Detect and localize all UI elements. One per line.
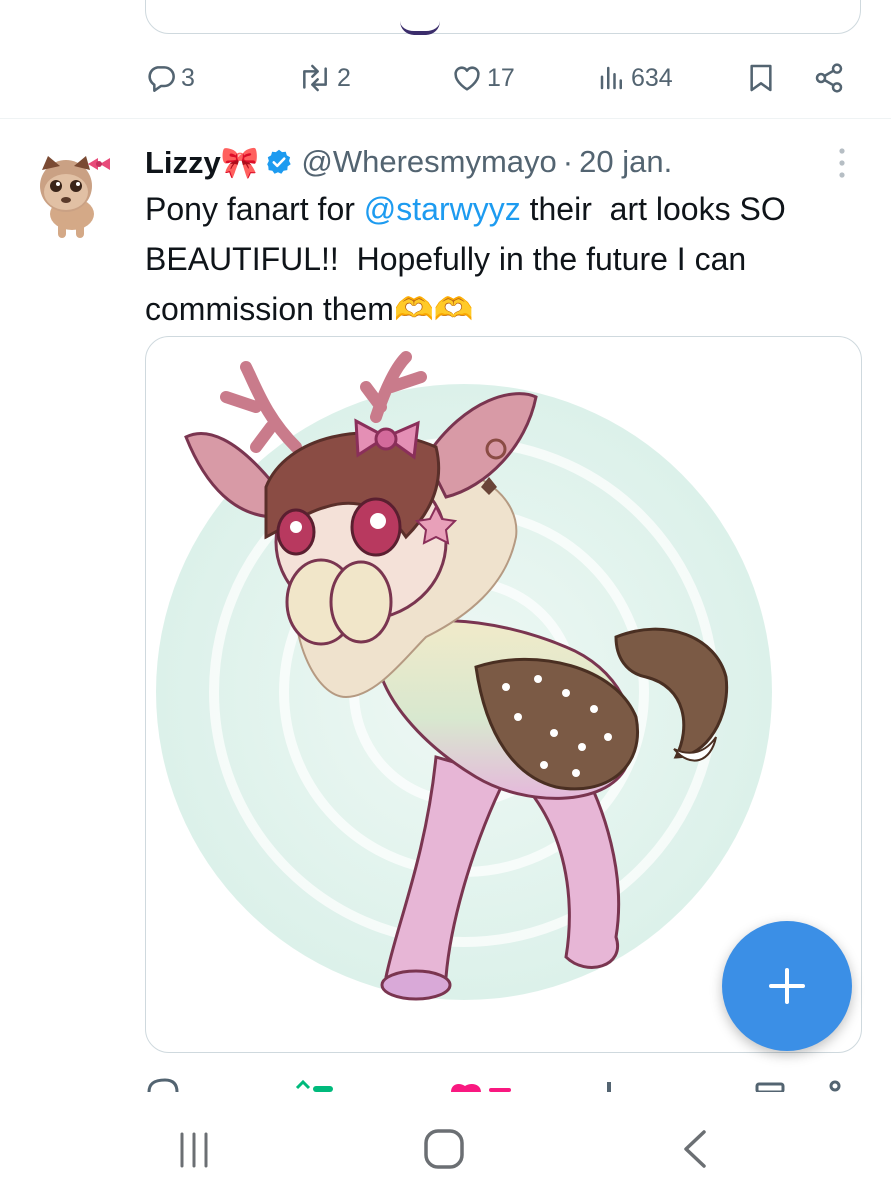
bookmark-button[interactable] bbox=[745, 61, 777, 95]
heart-icon bbox=[454, 66, 480, 91]
home-icon bbox=[424, 1129, 464, 1169]
mention-link[interactable]: @starwyyz bbox=[364, 191, 521, 227]
more-button[interactable] bbox=[832, 146, 852, 180]
more-vertical-icon bbox=[839, 148, 845, 178]
plus-icon bbox=[769, 968, 805, 1004]
views-icon bbox=[600, 66, 622, 90]
verified-badge-icon bbox=[267, 149, 292, 174]
back-icon bbox=[684, 1130, 706, 1168]
share-button[interactable] bbox=[813, 61, 845, 95]
nav-recents-button[interactable] bbox=[172, 1130, 216, 1175]
like-count: 17 bbox=[487, 63, 515, 92]
like-button[interactable]: 17 bbox=[451, 62, 515, 94]
tweet-text-part1: Pony fanart for bbox=[145, 191, 364, 227]
compose-button[interactable] bbox=[722, 921, 852, 1051]
author-handle[interactable]: @Wheresmymayo bbox=[301, 144, 556, 180]
author-name[interactable]: Lizzy🎀 bbox=[145, 144, 259, 181]
header-separator: · bbox=[562, 144, 574, 179]
system-navigation-bar bbox=[0, 1094, 891, 1200]
reply-button[interactable]: 3 bbox=[145, 62, 195, 94]
avatar-image bbox=[40, 156, 110, 238]
previous-tweet-actions: 3 2 17 634 bbox=[145, 58, 850, 98]
recents-icon bbox=[180, 1132, 208, 1168]
previous-tweet-media[interactable] bbox=[145, 0, 861, 35]
repost-button[interactable]: 2 bbox=[297, 62, 351, 94]
repost-icon bbox=[303, 64, 327, 92]
views-button[interactable]: 634 bbox=[597, 62, 673, 94]
tweet-divider bbox=[0, 118, 891, 119]
nav-home-button[interactable] bbox=[421, 1126, 467, 1177]
views-count: 634 bbox=[631, 63, 673, 92]
previous-media-graphic bbox=[400, 21, 440, 35]
repost-count: 2 bbox=[337, 63, 351, 92]
share-icon bbox=[815, 63, 843, 93]
next-tweet-actions-peek bbox=[145, 1076, 850, 1092]
tweet-header: Lizzy🎀 @Wheresmymayo · 20 jan. bbox=[145, 140, 672, 184]
bookmark-icon bbox=[750, 64, 772, 92]
tweet-text: Pony fanart for @starwyyz their art look… bbox=[145, 184, 865, 334]
avatar[interactable] bbox=[28, 146, 112, 242]
reply-count: 3 bbox=[181, 63, 195, 92]
nav-back-button[interactable] bbox=[678, 1126, 714, 1177]
tweet-date[interactable]: 20 jan. bbox=[579, 144, 672, 180]
reply-icon bbox=[148, 66, 175, 92]
next-actions-icons bbox=[147, 1078, 841, 1092]
